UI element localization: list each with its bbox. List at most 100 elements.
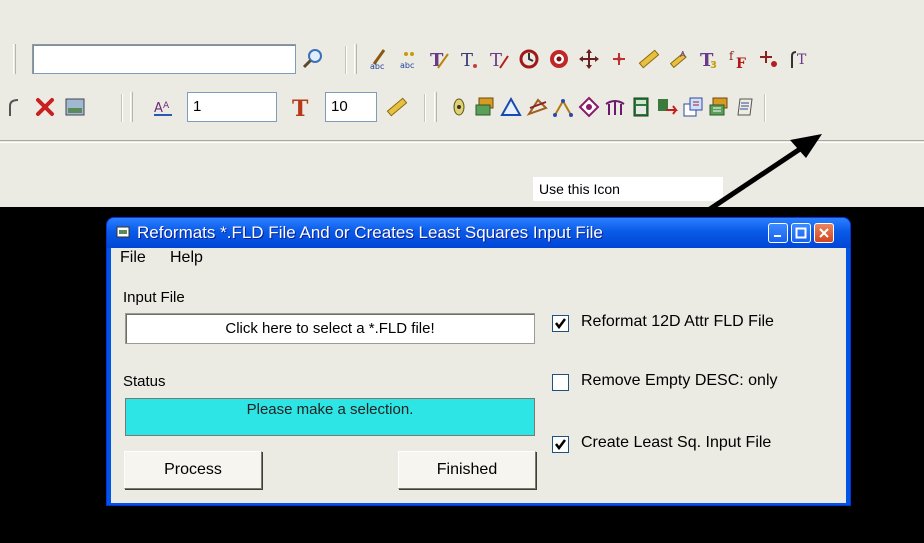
text-size-button[interactable]: T [288, 93, 314, 121]
finished-button[interactable]: Finished [398, 451, 536, 489]
text-style-icon: T [430, 50, 449, 70]
reformat-checkbox[interactable] [552, 315, 569, 332]
list-icon [737, 98, 753, 116]
toolbar-divider [0, 140, 924, 143]
list-button[interactable] [732, 93, 758, 121]
image-button[interactable] [62, 93, 88, 121]
triangle-button[interactable] [498, 93, 524, 121]
svg-text:f: f [729, 49, 735, 63]
delete-icon [36, 98, 54, 116]
node-button[interactable] [756, 45, 782, 73]
curve-button[interactable] [2, 93, 28, 121]
text-rotate-button[interactable]: T [486, 45, 512, 73]
toolbar-grip[interactable] [130, 92, 133, 122]
text-size-icon: T [292, 96, 309, 118]
toolbar-row-2: AA 1 T 10 [0, 88, 924, 128]
process-button[interactable]: Process [124, 451, 262, 489]
maximize-button[interactable] [791, 223, 811, 243]
menu-bar: File Help [111, 248, 846, 270]
grid-points-button[interactable] [550, 93, 576, 121]
remove-empty-desc-label: Remove Empty DESC: only [581, 372, 778, 389]
app-icon [116, 226, 130, 238]
text-attach-button[interactable]: T [786, 45, 812, 73]
measure-text-button[interactable]: A [666, 45, 692, 73]
text-style-button[interactable]: T [426, 45, 452, 73]
text-align-button[interactable]: abc [366, 45, 392, 73]
node-icon [760, 51, 777, 67]
text-rotate-icon: T [490, 50, 509, 70]
input-file-selector[interactable]: Click here to select a *.FLD file! [125, 313, 535, 344]
svg-text:A: A [680, 50, 686, 59]
reformat-button[interactable] [680, 93, 706, 121]
least-squares-button[interactable] [706, 93, 732, 121]
move-small-icon [613, 53, 625, 65]
text-size-input[interactable]: 10 [325, 92, 377, 122]
hint-label: Use this Icon [533, 177, 723, 201]
minimize-button[interactable] [768, 223, 788, 243]
reformat-option-label: Reformat 12D Attr FLD File [581, 313, 774, 330]
target-button[interactable] [546, 45, 572, 73]
toolbar-grip[interactable] [354, 44, 357, 74]
diamond-button[interactable] [576, 93, 602, 121]
text-height-button[interactable]: AA [150, 93, 176, 121]
point-button[interactable] [446, 93, 472, 121]
grid-points-icon [553, 98, 573, 117]
least-squares-icon [709, 97, 728, 116]
ruler-button[interactable] [384, 93, 410, 121]
close-button[interactable] [814, 223, 834, 243]
measure-button[interactable] [636, 45, 662, 73]
text-t-icon: T [461, 50, 477, 70]
svg-text:abc: abc [400, 61, 414, 70]
text-format-button[interactable]: T3 [696, 45, 722, 73]
toolbar-separator [764, 94, 766, 122]
shape-icon [526, 98, 548, 116]
rotate-button[interactable] [516, 45, 542, 73]
text-format-icon: T3 [700, 50, 717, 70]
text-t-button[interactable]: T [456, 45, 482, 73]
layers-icon [475, 97, 494, 116]
export-button[interactable] [654, 93, 680, 121]
text-height-icon: AA [154, 101, 172, 116]
measure-icon [638, 49, 660, 69]
calculator-button[interactable] [628, 93, 654, 121]
toolbar-area: abc abc T T T A T3 f F T A A 1 T 10 Use … [0, 0, 924, 207]
search-input[interactable] [32, 44, 296, 74]
calculator-icon [633, 97, 649, 117]
least-squares-label: Create Least Sq. Input File [581, 434, 772, 451]
search-button[interactable] [300, 45, 326, 73]
export-icon [658, 99, 678, 115]
diamond-icon [578, 96, 600, 118]
move-button[interactable] [576, 45, 602, 73]
menu-file[interactable]: File [120, 249, 146, 267]
point-icon [453, 98, 465, 116]
status-label: Status [123, 373, 166, 390]
reformat-icon [683, 97, 703, 117]
text-abc-icon: abc [400, 52, 414, 70]
layers-button[interactable] [472, 93, 498, 121]
close-icon [819, 228, 829, 238]
dialog-client-area: File Help Input File Click here to selec… [111, 248, 846, 503]
svg-text:T: T [292, 96, 309, 118]
shape-button[interactable] [524, 93, 550, 121]
svg-text:3: 3 [710, 60, 717, 70]
menu-help[interactable]: Help [170, 249, 203, 267]
dialog-title: Reformats *.FLD File And or Creates Leas… [137, 223, 603, 242]
text-height-input[interactable]: 1 [187, 92, 277, 122]
text-fn-button[interactable]: fF [726, 45, 752, 73]
svg-text:A: A [154, 101, 163, 116]
move-small-button[interactable] [606, 45, 632, 73]
remove-empty-desc-checkbox[interactable] [552, 374, 569, 391]
least-squares-checkbox[interactable] [552, 436, 569, 453]
input-file-label: Input File [123, 289, 185, 306]
status-display: Please make a selection. [125, 398, 535, 436]
toolbar-grip[interactable] [13, 44, 16, 74]
delete-button[interactable] [32, 93, 58, 121]
toolbar-grip[interactable] [434, 92, 437, 122]
dialog-titlebar[interactable]: Reformats *.FLD File And or Creates Leas… [107, 218, 850, 248]
move-icon [579, 49, 599, 69]
text-fn-icon: fF [729, 49, 746, 70]
curve-icon [9, 99, 19, 116]
ruler-icon [386, 97, 408, 117]
bridge-button[interactable] [602, 93, 628, 121]
text-abc-button[interactable]: abc [396, 45, 422, 73]
